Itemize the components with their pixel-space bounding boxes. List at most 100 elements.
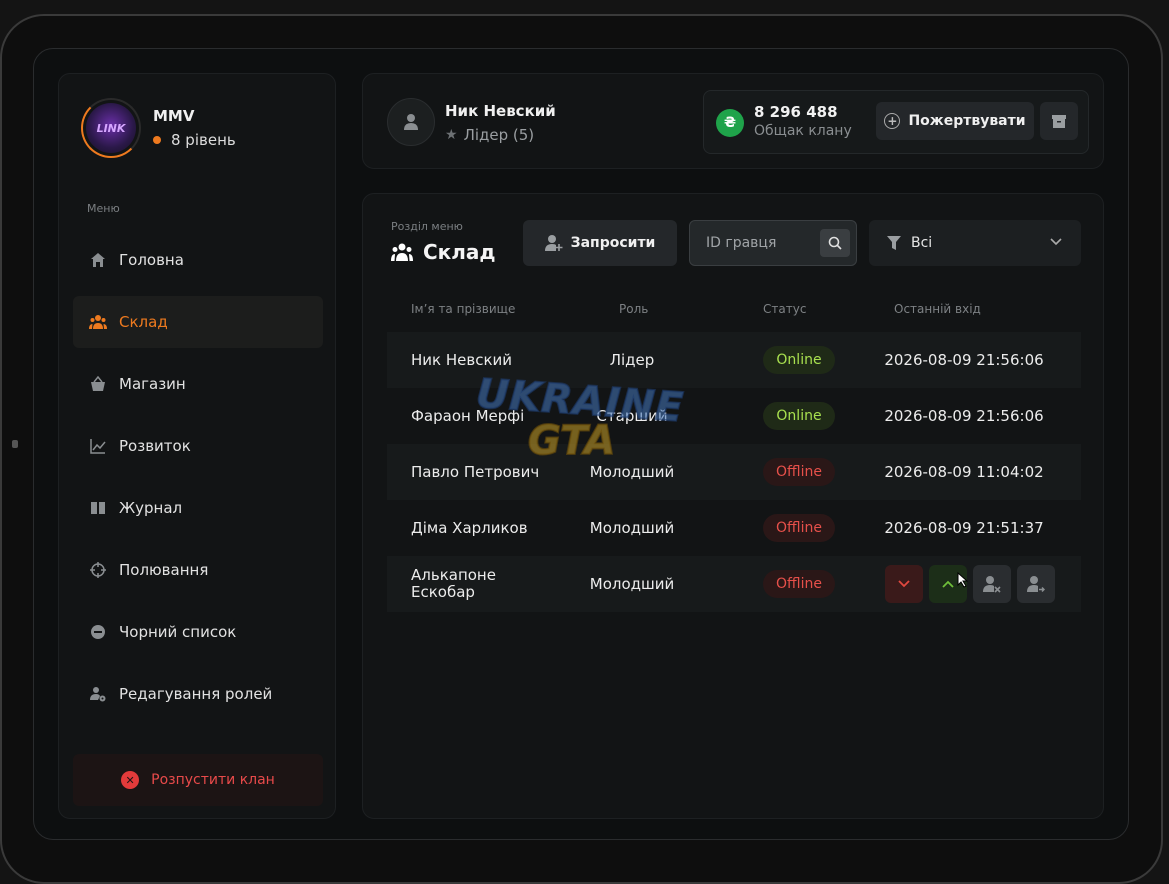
table-row[interactable]: Алькапоне Ескобар Молодший Offline [387,556,1081,612]
sidebar-item-label: Чорний список [119,623,237,641]
clan-name: MMV [153,107,195,125]
member-last-login: 2026-08-09 21:56:06 [884,407,1044,425]
member-role: Молодший [589,519,675,537]
menu-caption: Меню [87,202,120,215]
star-icon: ★ [445,127,458,143]
roster-panel: Розділ меню Склад Запросити Всі Ім’я та … [362,193,1104,819]
column-header-name: Ім’я та прізвище [411,302,516,316]
column-header-role: Роль [619,302,649,316]
member-last-login: 2026-08-09 21:56:06 [884,351,1044,369]
sidebar-item-hunting[interactable]: Полювання [73,544,323,596]
level-dot-icon [153,136,161,144]
role-filter-select[interactable]: Всі [869,220,1081,266]
member-role: Лідер [609,351,655,369]
sidebar-item-label: Полювання [119,561,209,579]
sidebar-item-home[interactable]: Головна [73,234,323,286]
sidebar-item-development[interactable]: Розвиток [73,420,323,472]
table-row[interactable]: Ник Невский Лідер Online 2026-08-09 21:5… [387,332,1081,388]
status-badge: Offline [763,570,835,598]
sidebar-item-label: Склад [119,313,168,331]
remove-user-icon [983,576,1001,593]
page-title-label: Склад [423,240,496,264]
donate-label: Пожертвувати [908,113,1026,129]
member-role: Старший [596,407,668,425]
sidebar-item-journal[interactable]: Журнал [73,482,323,534]
status-badge: Online [763,346,835,374]
filter-icon [887,236,901,250]
transfer-leadership-button[interactable] [1017,565,1055,603]
donate-button[interactable]: + Пожертвувати [876,102,1034,140]
chevron-up-icon [942,580,954,588]
mouse-cursor-icon [957,572,969,588]
member-role: Молодший [589,575,675,593]
invite-button[interactable]: Запросити [523,220,677,266]
status-badge: Offline [763,458,835,486]
bank-label: Общак клану [754,123,852,139]
member-name: Фараон Мерфі [411,406,525,425]
sidebar-item-label: Журнал [119,499,183,517]
sidebar-item-label: Магазин [119,375,186,393]
chevron-down-icon [1049,235,1063,249]
disband-clan-button[interactable]: ✕ Розпустити клан [73,754,323,806]
clan-profile: LINK MMV 8 рівень [81,98,236,158]
archive-button[interactable] [1040,102,1078,140]
table-row[interactable]: Павло Петрович Молодший Offline 2026-08-… [387,444,1081,500]
user-name: Ник Невский [445,102,556,120]
sidebar-item-edit-roles[interactable]: Редагування ролей [73,668,323,720]
archive-icon [1052,115,1066,128]
page-title: Склад [391,240,496,264]
bank-amount: 8 296 488 [754,103,838,121]
add-user-icon [544,234,563,252]
home-icon [89,251,107,269]
member-name: Алькапоне Ескобар [411,566,496,601]
member-last-login: 2026-08-09 21:51:37 [884,519,1044,537]
currency-coin-icon: ₴ [716,109,744,137]
status-badge: Online [763,402,835,430]
sidebar-item-roster[interactable]: Склад [73,296,323,348]
user-gear-icon [89,685,107,703]
table-row[interactable]: Фараон Мерфі Старший Online 2026-08-09 2… [387,388,1081,444]
member-actions [885,565,1061,603]
clan-avatar: LINK [86,103,136,153]
status-badge: Offline [763,514,835,542]
chevron-down-icon [898,580,910,588]
chart-icon [89,437,107,455]
demote-button[interactable] [885,565,923,603]
sidebar-item-label: Редагування ролей [119,685,273,703]
basket-icon [89,375,107,393]
clan-level: 8 рівень [153,131,236,149]
block-icon [89,623,107,641]
table-row[interactable]: Діма Харликов Молодший Offline 2026-08-0… [387,500,1081,556]
book-icon [89,499,107,517]
member-name: Ник Невский [411,350,513,369]
people-icon [391,242,413,262]
clan-level-label: 8 рівень [171,131,236,149]
clan-bank: ₴ 8 296 488 Общак клану + Пожертвувати [703,90,1089,154]
search-button[interactable] [820,229,850,257]
column-header-last-login: Останній вхід [894,302,981,316]
search-input[interactable] [690,221,816,265]
clan-panel-screen: LINK MMV 8 рівень Меню Головна Склад Маг… [33,48,1129,840]
sidebar: LINK MMV 8 рівень Меню Головна Склад Маг… [58,73,336,819]
sidebar-item-label: Розвиток [119,437,191,455]
members-table: Ник Невский Лідер Online 2026-08-09 21:5… [387,332,1081,612]
member-name: Діма Харликов [411,518,528,537]
sidebar-menu: Головна Склад Магазин Розвиток Журнал По… [73,234,323,730]
user-role-label: Лідер (5) [463,126,535,144]
sidebar-item-blacklist[interactable]: Чорний список [73,606,323,658]
player-id-search [689,220,857,266]
section-caption: Розділ меню [391,220,463,233]
crosshair-icon [89,561,107,579]
member-role: Молодший [589,463,675,481]
clan-avatar-ring: LINK [81,98,141,158]
sidebar-item-shop[interactable]: Магазин [73,358,323,410]
people-icon [89,313,107,331]
device-button [12,440,18,448]
member-name: Павло Петрович [411,462,540,481]
invite-label: Запросити [570,235,656,251]
member-last-login: 2026-08-09 11:04:02 [884,463,1044,481]
user-role: ★ Лідер (5) [445,126,534,144]
close-circle-icon: ✕ [121,771,140,789]
kick-member-button[interactable] [973,565,1011,603]
user-header: Ник Невский ★ Лідер (5) ₴ 8 296 488 Обща… [362,73,1104,169]
